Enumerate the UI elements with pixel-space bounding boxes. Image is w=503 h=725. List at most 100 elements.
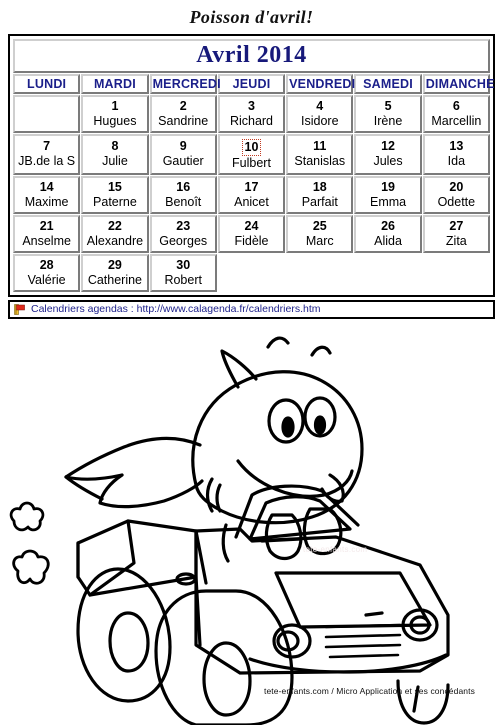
calendar-day-cell[interactable]: 17 Anicet [217, 175, 286, 214]
steering-wheel-hint [260, 537, 302, 543]
calendar-week-row: 1 Hugues 2 Sandrine 3 Richard 4 Isidore 5 Irène 6 M… [13, 94, 490, 133]
calendar-day-cell[interactable]: 11 Stanislas [286, 133, 354, 175]
calendar-day-cell[interactable]: 6 Marcellin [422, 94, 490, 133]
calendar-saint-name: Fulbert [232, 155, 271, 170]
calendar-saint-name: Anselme [22, 233, 71, 248]
calendar-footer-link[interactable]: Calendriers agendas : http://www.calagen… [31, 304, 320, 315]
calendar-saint-name: Marc [305, 233, 334, 248]
calendar-day-number: 2 [179, 98, 187, 113]
calendar-week-row: 14 Maxime 15 Paterne 16 Benoît 17 Anicet 18 Parfa… [13, 175, 490, 214]
fish-gill-line [205, 477, 214, 513]
calendar-day-number: 30 [176, 257, 191, 272]
calendar-day-cell[interactable]: 16 Benoît [149, 175, 217, 214]
calendar-title-row: Avril 2014 [13, 38, 490, 73]
fish-tail-lower [98, 473, 204, 509]
weekday-header-lundi: LUNDI [13, 73, 81, 94]
motion-puff-group [9, 501, 50, 585]
calendar-day-number: 26 [381, 218, 395, 233]
calendar-saint-name: Parfait [301, 194, 338, 209]
calendar-day-number: 8 [111, 139, 119, 154]
weekday-header-mardi: MARDI [81, 73, 149, 94]
calendar-saint-name: Gautier [162, 154, 204, 169]
calendar-week-row: 28 Valérie 29 Catherine 30 Robert [13, 253, 490, 292]
calendar-day-cell[interactable]: 30 Robert [149, 253, 217, 292]
calendar-day-cell[interactable]: 18 Parfait [286, 175, 354, 214]
calendar-day-number-selected: 10 [241, 138, 262, 156]
car-grille [324, 623, 402, 659]
calendar-day-number: 21 [39, 218, 54, 233]
calendar-day-number: 15 [107, 179, 122, 194]
calendar-day-cell[interactable]: 10 Fulbert [217, 133, 286, 175]
calendar-day-number: 13 [449, 139, 464, 154]
calendar-day-number: 14 [39, 179, 54, 194]
calendar-saint-name: Stanislas [294, 154, 346, 169]
calendar-day-cell[interactable]: 7 JB.de la S [13, 133, 81, 175]
calendar-day-cell[interactable]: 15 Paterne [81, 175, 149, 214]
calendar-day-cell[interactable]: 1 Hugues [81, 94, 149, 133]
calendar-day-cell[interactable]: 23 Georges [149, 214, 217, 253]
calendar-day-cell[interactable]: 3 Richard [217, 94, 286, 133]
calendar-saint-name: Catherine [87, 272, 143, 287]
car-front-wheel [154, 589, 294, 725]
fish-eyebrow-right [310, 345, 332, 357]
calendar-day-cell[interactable]: 24 Fidèle [217, 214, 286, 253]
calendar-day-cell[interactable]: 5 Irène [354, 94, 422, 133]
calendar-day-cell[interactable]: 27 Zita [422, 214, 490, 253]
calendar-day-number: 28 [39, 257, 54, 272]
car-bed-inner [88, 519, 136, 597]
calendar-saint-name: JB.de la S [18, 154, 76, 169]
calendar-day-cell[interactable]: 2 Sandrine [149, 94, 217, 133]
car-hood-crease [364, 611, 384, 617]
calendar-day-cell[interactable]: 9 Gautier [149, 133, 217, 175]
calendar-saint-name: Marcellin [431, 113, 482, 128]
calendar-day-cell[interactable]: 8 Julie [81, 133, 149, 175]
calendar-saint-name: Odette [437, 194, 476, 209]
fish-gill-line-2 [215, 483, 222, 513]
weekday-header-dimanche: DIMANCHE [422, 73, 494, 94]
illustration-credit: tete-enfants.com / Micro Application et … [264, 686, 475, 696]
calendar-day-number: 24 [244, 218, 259, 233]
calendar-day-cell-empty [286, 254, 353, 292]
calendar-day-number: 12 [381, 139, 395, 154]
calendar-day-cell[interactable]: 4 Isidore [286, 94, 354, 133]
month-title: Avril 2014 [13, 38, 490, 73]
calendar-day-number: 1 [111, 98, 119, 113]
calendar-day-cell[interactable]: 22 Alexandre [81, 214, 149, 253]
calendar-week-row: 21 Anselme 22 Alexandre 23 Georges 24 Fidèle 25 M… [13, 214, 490, 253]
calendar-day-cell[interactable]: 21 Anselme [13, 214, 81, 253]
calendar-day-cell[interactable]: 20 Odette [422, 175, 490, 214]
calendar-saint-name: Isidore [301, 113, 339, 128]
page-title: Poisson d'avril! [189, 7, 314, 27]
calendar-day-cell[interactable]: 12 Jules [354, 133, 422, 175]
weekday-header-vendredi: VENDREDI [286, 73, 355, 94]
calendar-day-cell[interactable]: 26 Alida [354, 214, 422, 253]
car-rear-bed [76, 519, 198, 597]
motion-puff-top [9, 501, 45, 532]
calendar-saint-name: Ida [447, 154, 466, 169]
fish-tail-upper [64, 436, 202, 481]
calendar-saint-name: Sandrine [158, 113, 209, 128]
fish-eyebrow-left [266, 336, 290, 349]
calendar-day-cell[interactable]: 19 Emma [354, 175, 422, 214]
calendar-day-number: 27 [449, 218, 464, 233]
calendar-day-cell[interactable]: 28 Valérie [13, 253, 81, 292]
calendar-saint-name: Robert [164, 272, 202, 287]
calendar-day-number: 18 [312, 179, 327, 194]
calendar-day-cell[interactable]: 29 Catherine [81, 253, 149, 292]
car-front-hubcap [202, 641, 252, 717]
calendar-day-number: 5 [384, 98, 392, 113]
calendar-day-cell[interactable]: 13 Ida [422, 133, 490, 175]
calendar-day-cell[interactable]: 14 Maxime [13, 175, 81, 214]
motion-puff-bottom [12, 549, 50, 585]
calendar-footer[interactable]: Calendriers agendas : http://www.calagen… [8, 299, 495, 319]
calendar-day-cell[interactable]: 25 Marc [286, 214, 354, 253]
calendar-day-number: 9 [179, 139, 187, 154]
calendar-day-number: 19 [381, 179, 395, 194]
calendar-day-number: 23 [176, 218, 191, 233]
calendar-day-number: 20 [449, 179, 464, 194]
calendar-day-number: 17 [244, 179, 259, 194]
calendar-saint-name: Georges [159, 233, 208, 248]
calendar-day-number: 22 [107, 218, 122, 233]
calendar-weekday-row: LUNDI MARDI MERCREDI JEUDI VENDREDI SAME… [13, 73, 494, 94]
fish-pupil-right [313, 415, 327, 435]
